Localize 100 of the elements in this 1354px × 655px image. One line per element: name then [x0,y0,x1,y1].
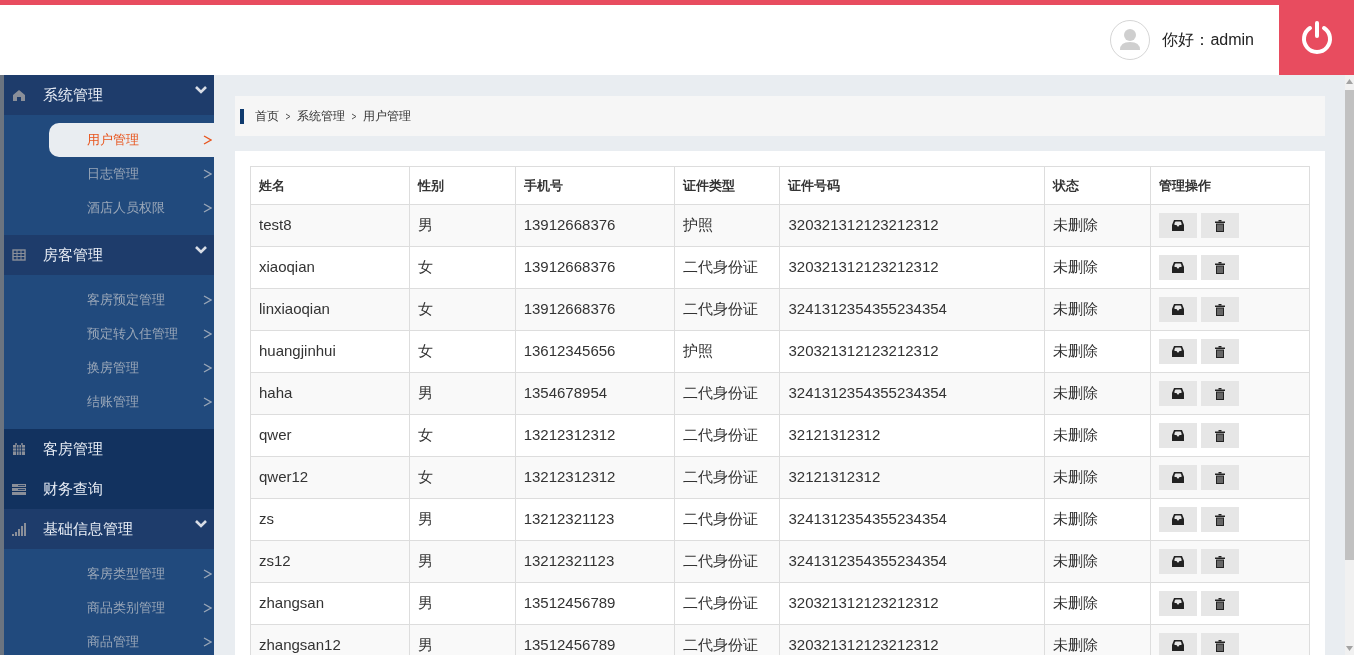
delete-button[interactable] [1201,297,1240,322]
inbox-icon [1172,430,1185,441]
chevron-right-icon [203,569,212,579]
delete-button[interactable] [1201,339,1240,364]
sidebar-item[interactable]: 换房管理 [49,351,214,385]
edit-button[interactable] [1159,255,1198,280]
trash-icon [1215,303,1226,316]
inbox-icon [1172,220,1185,231]
delete-button[interactable] [1201,591,1240,616]
edit-button[interactable] [1159,381,1198,406]
table-cell: 女 [409,288,516,331]
delete-button[interactable] [1201,549,1240,574]
sidebar-item[interactable]: 商品管理 [49,625,214,655]
table-cell: 3241312354355234354 [779,372,1045,415]
table-cell: qwer [250,414,410,457]
inbox-icon [1172,514,1185,525]
breadcrumb-link[interactable]: 首页 [255,107,279,125]
breadcrumb-separator-icon [285,112,291,120]
table-cell: 320321312123212312 [779,204,1045,247]
inbox-icon [1172,556,1185,567]
sidebar-group[interactable]: 系统管理 [4,75,214,115]
edit-button[interactable] [1159,633,1198,655]
table-cell: 未删除 [1044,456,1151,499]
delete-button[interactable] [1201,255,1240,280]
table-cell: 未删除 [1044,498,1151,541]
table-cell: 320321312123212312 [779,330,1045,373]
table-cell: 未删除 [1044,540,1151,583]
sidebar-item[interactable]: 结账管理 [49,385,214,419]
sidebar-group[interactable]: 房客管理 [4,235,214,275]
table-cell: 未删除 [1044,414,1151,457]
table-cell: zs [250,498,410,541]
delete-button[interactable] [1201,465,1240,490]
sidebar-item[interactable]: 用户管理 [49,123,214,157]
sidebar-group[interactable]: 基础信息管理 [4,509,214,549]
delete-button[interactable] [1201,213,1240,238]
breadcrumb-current: 用户管理 [363,108,411,125]
inbox-icon [1172,472,1185,483]
edit-button[interactable] [1159,423,1198,448]
table-cell: 13212312312 [515,456,674,499]
delete-button[interactable] [1201,507,1240,532]
sidebar-item[interactable]: 客房类型管理 [49,557,214,591]
sidebar-group[interactable]: 财务查询 [4,469,214,509]
column-header: 状态 [1044,166,1151,205]
chevron-right-icon [203,363,212,373]
trash-icon [1215,513,1226,526]
grid-icon [12,248,26,262]
table-cell: haha [250,372,410,415]
table-cell: 二代身份证 [674,246,780,289]
edit-button[interactable] [1159,465,1198,490]
table-cell: 未删除 [1044,288,1151,331]
column-header: 管理操作 [1150,166,1310,205]
edit-button[interactable] [1159,507,1198,532]
inbox-icon [1172,388,1185,399]
inbox-icon [1172,640,1185,651]
table-cell: qwer12 [250,456,410,499]
sidebar-item[interactable]: 商品类别管理 [49,591,214,625]
edit-button[interactable] [1159,591,1198,616]
chevron-right-icon [203,203,212,213]
sidebar-group[interactable]: 客房管理 [4,429,214,469]
edit-button[interactable] [1159,297,1198,322]
table-cell: 二代身份证 [674,414,780,457]
breadcrumb-link[interactable]: 系统管理 [297,107,345,125]
signal-bars-icon [12,522,26,536]
edit-button[interactable] [1159,339,1198,364]
edit-button[interactable] [1159,549,1198,574]
table-cell: 13612345656 [515,330,674,373]
sidebar-item[interactable]: 预定转入住管理 [49,317,214,351]
table-cell: 13212321123 [515,498,674,541]
chevron-right-icon [203,329,212,339]
edit-button[interactable] [1159,213,1198,238]
trash-icon [1215,555,1226,568]
sidebar-item[interactable]: 日志管理 [49,157,214,191]
chevron-down-icon [195,246,207,254]
table-cell: huangjinhui [250,330,410,373]
delete-button[interactable] [1201,423,1240,448]
table-cell: zhangsan [250,582,410,625]
table-cell: 3241312354355234354 [779,498,1045,541]
sidebar-group-label: 基础信息管理 [43,518,133,539]
trash-icon [1215,429,1226,442]
table-cell: 二代身份证 [674,456,780,499]
table-cell: 未删除 [1044,582,1151,625]
column-header: 性别 [409,166,516,205]
sidebar-item[interactable]: 客房预定管理 [49,283,214,317]
sidebar-item[interactable]: 酒店人员权限 [49,191,214,225]
greeting-text: 你好：admin [1162,30,1254,50]
table-cell: 3241312354355234354 [779,288,1045,331]
inbox-icon [1172,598,1185,609]
avatar-icon [1110,20,1151,60]
trash-icon [1215,639,1226,652]
table-cell: 未删除 [1044,204,1151,247]
table-cell: 13912668376 [515,288,674,331]
breadcrumb-separator-icon [351,112,357,120]
delete-button[interactable] [1201,633,1240,655]
trash-icon [1215,219,1226,232]
chevron-right-icon [203,603,212,613]
table-cell: 二代身份证 [674,498,780,541]
table-cell: 未删除 [1044,372,1151,415]
delete-button[interactable] [1201,381,1240,406]
table-cell: 1354678954 [515,372,674,415]
sidebar-group-label: 房客管理 [43,244,103,265]
